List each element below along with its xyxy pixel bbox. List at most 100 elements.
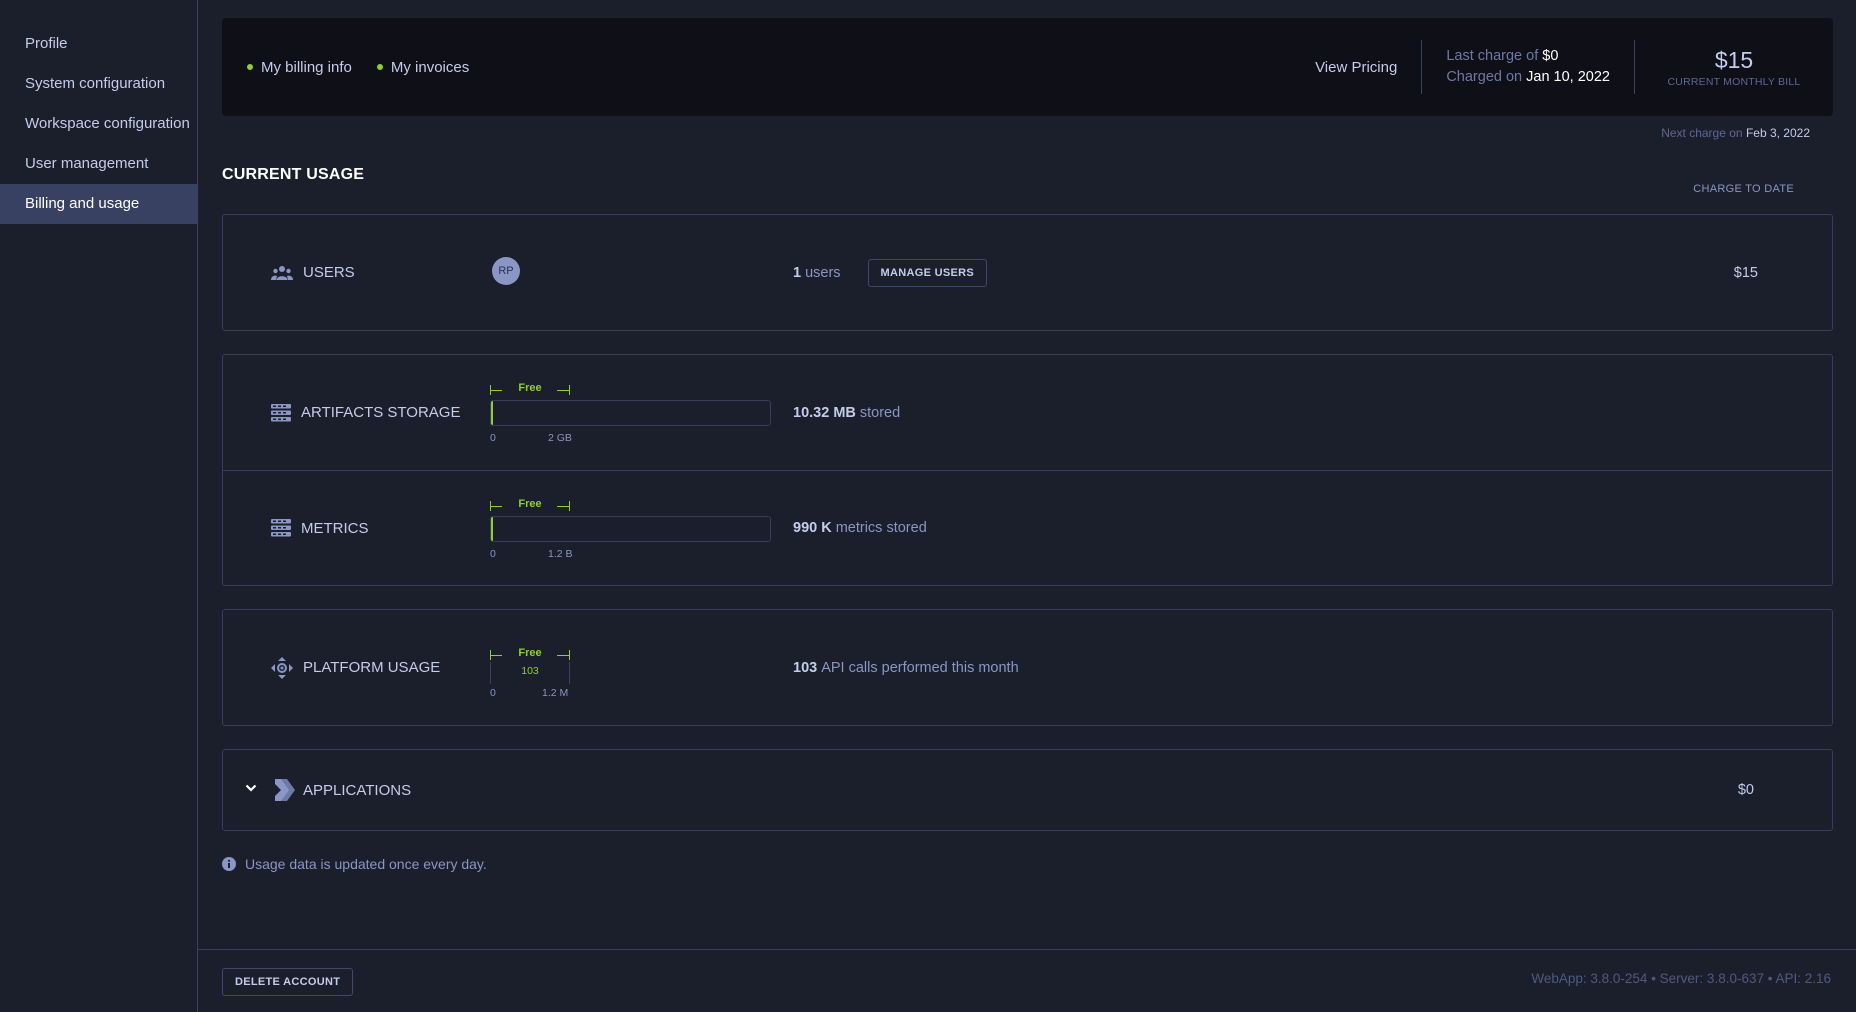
free-tier-label: Free <box>518 647 542 659</box>
sidebar-item-workspace-configuration[interactable]: Workspace configuration <box>0 104 197 144</box>
version-info: WebApp: 3.8.0-254 • Server: 3.8.0-637 • … <box>1531 971 1831 986</box>
my-billing-info-link[interactable]: My billing info <box>247 59 352 76</box>
next-charge-info: Next charge on Feb 3, 2022 <box>1661 126 1810 140</box>
artifacts-storage-scale: 0 2 GB <box>490 432 772 446</box>
usage-update-note-text: Usage data is updated once every day. <box>245 856 487 872</box>
platform-usage-text: 103 API calls performed this month <box>793 610 1019 725</box>
scale-min: 0 <box>490 687 496 699</box>
free-tier-marker: Free <box>490 647 572 662</box>
free-tier-label: Free <box>518 382 542 394</box>
platform-usage-scale: 0 1.2 M <box>490 687 772 701</box>
metrics-label-text: METRICS <box>301 519 369 537</box>
free-tier-label: Free <box>518 498 542 510</box>
next-charge-prefix: Next charge on <box>1661 126 1743 140</box>
api-calls-free-value: 103 <box>521 665 539 677</box>
last-charge-info: Last charge of $0 Charged on Jan 10, 202… <box>1422 46 1634 88</box>
artifacts-storage-label: ARTIFACTS STORAGE <box>271 355 460 470</box>
metrics-server-icon <box>271 519 291 537</box>
metrics-row: METRICS Free 0 1.2 B 990 K metrics store… <box>223 470 1832 585</box>
platform-usage-card: PLATFORM USAGE Free 103 0 1.2 M 103 API … <box>222 609 1833 726</box>
manage-users-button[interactable]: MANAGE USERS <box>867 258 987 287</box>
metrics-scale: 0 1.2 B <box>490 548 772 562</box>
platform-usage-label-text: PLATFORM USAGE <box>303 659 441 676</box>
metrics-usage: 990 K metrics stored <box>793 471 927 585</box>
sidebar-item-system-configuration[interactable]: System configuration <box>0 64 197 104</box>
api-calls-value: 103 <box>793 659 818 676</box>
applications-icon <box>275 779 295 801</box>
monthly-bill-amount: $15 <box>1714 47 1754 73</box>
api-calls-free-range: 103 <box>490 662 772 684</box>
artifacts-storage-label-text: ARTIFACTS STORAGE <box>301 404 461 421</box>
applications-label-text: APPLICATIONS <box>303 781 412 799</box>
metrics-value: 990 K <box>793 520 832 536</box>
sidebar-item-user-management[interactable]: User management <box>0 144 197 184</box>
artifacts-storage-suffix: stored <box>859 404 901 421</box>
scale-min: 0 <box>490 548 496 560</box>
platform-usage-row: PLATFORM USAGE Free 103 0 1.2 M 103 API … <box>223 610 1832 725</box>
view-pricing-link[interactable]: View Pricing <box>1291 59 1421 76</box>
bullet-dot-icon <box>376 64 383 70</box>
users-count-suffix: users <box>805 264 841 281</box>
artifacts-storage-bar-fill <box>491 401 493 425</box>
metrics-meter: Free 0 1.2 B <box>490 498 772 562</box>
current-usage-title: CURRENT USAGE <box>222 166 365 183</box>
applications-card: APPLICATIONS $0 <box>222 749 1833 831</box>
metrics-bar-fill <box>491 517 493 541</box>
settings-sidebar: Profile System configuration Workspace c… <box>0 0 198 1012</box>
charge-to-date-label: CHARGE TO DATE <box>1693 183 1794 195</box>
artifacts-storage-value: 10.32 MB <box>793 404 856 421</box>
last-charge-prefix: Last charge of <box>1446 48 1539 64</box>
storage-usage-card: ARTIFACTS STORAGE Free 0 2 GB 10.32 MB s… <box>222 354 1833 586</box>
platform-api-icon <box>271 656 293 679</box>
current-monthly-bill: $15 CURRENT MONTHLY BILL <box>1635 46 1833 88</box>
metrics-label: METRICS <box>271 471 369 585</box>
applications-row[interactable]: APPLICATIONS $0 <box>223 750 1832 830</box>
user-avatar[interactable]: RP <box>492 257 520 285</box>
my-invoices-label: My invoices <box>390 58 470 76</box>
users-count: 1 users MANAGE USERS <box>793 215 987 330</box>
info-icon <box>222 857 236 871</box>
scale-min: 0 <box>490 432 496 444</box>
last-charge-amount: $0 <box>1542 48 1559 64</box>
api-calls-suffix: API calls performed this month <box>821 659 1019 676</box>
scale-max: 1.2 B <box>548 548 573 560</box>
bullet-dot-icon <box>247 64 253 70</box>
metrics-suffix: metrics stored <box>835 520 927 536</box>
sidebar-item-billing-and-usage[interactable]: Billing and usage <box>0 184 197 224</box>
billing-summary-bar: My billing info My invoices View Pricing… <box>222 18 1833 116</box>
my-billing-info-label: My billing info <box>261 58 352 76</box>
free-tier-marker: Free <box>490 498 572 513</box>
users-row: USERS RP 1 users MANAGE USERS $15 <box>223 215 1832 330</box>
billing-main: My billing info My invoices View Pricing… <box>198 0 1856 1012</box>
users-count-value: 1 <box>793 264 802 281</box>
artifacts-storage-usage: 10.32 MB stored <box>793 355 900 470</box>
next-charge-date: Feb 3, 2022 <box>1745 126 1810 140</box>
usage-update-note: Usage data is updated once every day. <box>222 856 487 872</box>
users-group-icon <box>271 265 293 280</box>
my-invoices-link[interactable]: My invoices <box>376 58 470 76</box>
artifacts-storage-meter: Free 0 2 GB <box>490 382 772 446</box>
artifacts-storage-row: ARTIFACTS STORAGE Free 0 2 GB 10.32 MB s… <box>223 355 1832 470</box>
scale-max: 2 GB <box>548 432 572 444</box>
charged-on-prefix: Charged on <box>1446 69 1523 85</box>
platform-usage-label: PLATFORM USAGE <box>271 610 440 725</box>
free-tier-marker: Free <box>490 382 572 397</box>
footer-divider <box>198 949 1856 950</box>
platform-usage-meter: Free 103 0 1.2 M <box>490 647 772 701</box>
billing-links: My billing info My invoices <box>222 59 1291 76</box>
applications-charge: $0 <box>1737 782 1754 798</box>
delete-account-button[interactable]: DELETE ACCOUNT <box>222 968 354 996</box>
applications-label: APPLICATIONS <box>275 750 411 830</box>
sidebar-item-profile[interactable]: Profile <box>0 24 197 64</box>
monthly-bill-label: CURRENT MONTHLY BILL <box>1667 76 1801 88</box>
metrics-bar <box>490 516 771 542</box>
users-label-text: USERS <box>303 264 355 281</box>
users-charge: $15 <box>1733 264 1758 281</box>
storage-server-icon <box>271 403 291 421</box>
artifacts-storage-bar <box>490 400 771 426</box>
scale-max: 1.2 M <box>542 687 569 699</box>
users-usage-card: USERS RP 1 users MANAGE USERS $15 <box>222 214 1833 331</box>
chevron-down-icon[interactable] <box>245 783 257 793</box>
charged-on-date: Jan 10, 2022 <box>1526 69 1610 85</box>
users-label: USERS <box>271 215 355 330</box>
